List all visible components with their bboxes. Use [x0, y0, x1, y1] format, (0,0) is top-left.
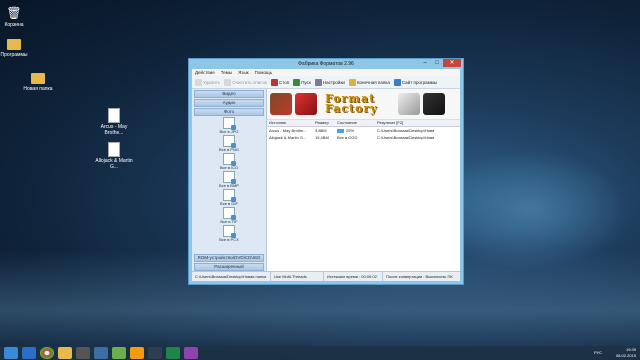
banner: Format Factory [267, 89, 460, 120]
image-file-icon [223, 171, 236, 184]
device-icon [397, 93, 420, 115]
window-title: Фабрика Форматов 2.96 [298, 60, 354, 67]
desktop-icon-label: Arcus - May Brothe... [100, 124, 128, 136]
audio-file-icon [108, 141, 120, 157]
gear-icon [314, 78, 322, 86]
status-path[interactable]: C:\Users\Вильма\Desktop\Новая папка [192, 272, 271, 281]
folder-icon [31, 73, 45, 84]
audio-file-icon [108, 107, 120, 123]
desktop-icon-recycle-bin[interactable]: 🗑 Корзина [0, 6, 34, 28]
column-result[interactable]: Результат [F2] [375, 120, 450, 126]
media-icon [270, 93, 292, 115]
app-icon[interactable] [148, 347, 162, 359]
desktop-icon-programs[interactable]: Программы [0, 36, 34, 58]
progress-bar [337, 128, 344, 133]
network-icon[interactable] [94, 347, 108, 359]
output-folder-button[interactable]: Конечная папка [348, 78, 390, 86]
menu-language[interactable]: Язык [238, 70, 249, 75]
desktop-icon-audio-2[interactable]: Allojack & Martin G... [94, 141, 134, 170]
folder-icon [348, 78, 356, 86]
format-pcx[interactable]: Все в PCX [192, 225, 266, 242]
menu-action[interactable]: Действие [195, 70, 215, 75]
minimize-button[interactable]: – [419, 59, 431, 67]
clear-list-icon [224, 78, 232, 86]
task-panel: Format Factory Источник Размер Состояние… [267, 89, 460, 272]
maximize-button[interactable]: □ [431, 59, 443, 67]
app-icon[interactable] [130, 347, 144, 359]
chrome-icon[interactable] [40, 347, 54, 359]
desktop-icon-new-folder[interactable]: Новая папка [18, 70, 58, 92]
utorrent-icon[interactable] [112, 347, 126, 359]
image-file-icon [223, 135, 236, 148]
delete-icon [195, 78, 202, 86]
menu-help[interactable]: Помощь [255, 70, 272, 75]
settings-button[interactable]: Настройки [314, 78, 345, 86]
start-icon [293, 78, 301, 86]
stop-button[interactable]: Стоп [271, 78, 289, 86]
category-rom[interactable]: ROM-устройство\DVD\CD\ISO [194, 254, 264, 262]
stop-icon [271, 78, 278, 86]
desktop-icon-label: Allojack & Martin G... [95, 158, 133, 170]
delete-button[interactable]: Удалить [195, 78, 220, 86]
format-gif[interactable]: Все в GIF [192, 189, 266, 206]
table-row[interactable]: Allojack & Martin G... 15,4BM Все в OGG … [267, 134, 460, 141]
phone-icon [422, 93, 445, 115]
task-table-header: Источник Размер Состояние Результат [F2] [267, 120, 460, 127]
recycle-bin-icon: 🗑 [6, 6, 22, 20]
globe-icon [393, 78, 401, 86]
image-file-icon [223, 225, 236, 238]
format-factory-taskbar-icon[interactable] [184, 347, 198, 359]
image-file-icon [223, 117, 236, 130]
status-elapsed: Истекшее время : 00:00:02 [324, 272, 383, 281]
file-explorer-icon[interactable] [58, 347, 72, 359]
tools-icon [295, 93, 317, 115]
desktop-icon-audio-1[interactable]: Arcus - May Brothe... [94, 107, 134, 136]
format-png[interactable]: Все в PNG [192, 135, 266, 152]
category-video[interactable]: Видео [194, 90, 264, 98]
menu-themes[interactable]: Темы [221, 70, 232, 75]
desktop-icon-label: Новая папка [23, 86, 53, 92]
column-state[interactable]: Состояние [335, 120, 375, 126]
clock[interactable]: 19:39 08.02.2015 [616, 347, 636, 359]
start-button[interactable]: Пуск [293, 78, 311, 86]
toolbar: Удалить Очистить список Стоп Пуск Настро… [192, 76, 460, 89]
category-panel: Видео Аудио Фото Все в JPG Все в PNG Все… [192, 89, 267, 272]
category-photo[interactable]: Фото [194, 108, 264, 116]
image-file-icon [223, 207, 236, 220]
ie-icon[interactable] [22, 347, 36, 359]
image-file-icon [223, 189, 236, 202]
table-row[interactable]: Arcus - May Brothe... 3,8BM 25% C:\Users… [267, 127, 460, 134]
format-factory-logo: Format Factory [325, 92, 378, 115]
taskbar: РУС 19:39 08.02.2015 [0, 346, 640, 360]
category-audio[interactable]: Аудио [194, 99, 264, 107]
status-after[interactable]: После конвертации : Выключить ПК [383, 272, 456, 281]
desktop-icon-label: Корзина [4, 22, 24, 28]
desktop-icon-label: Программы [0, 52, 28, 58]
column-size[interactable]: Размер [313, 120, 335, 126]
start-windows-icon[interactable] [4, 347, 18, 359]
format-ico[interactable]: Все в ICO [192, 153, 266, 170]
status-threads[interactable]: Use Multi-Threads [271, 272, 324, 281]
format-jpg[interactable]: Все в JPG [192, 117, 266, 134]
close-button[interactable]: ✕ [443, 59, 461, 67]
language-indicator[interactable]: РУС [594, 350, 602, 355]
format-tif[interactable]: Все в TIF [192, 207, 266, 224]
website-button[interactable]: Сайт программы [393, 78, 437, 86]
image-file-icon [223, 153, 236, 166]
format-factory-window: Фабрика Форматов 2.96 – □ ✕ Действие Тем… [188, 58, 464, 285]
folder-icon [7, 39, 21, 50]
status-bar: C:\Users\Вильма\Desktop\Новая папка Use … [192, 271, 460, 281]
clear-list-button[interactable]: Очистить список [224, 78, 267, 86]
window-titlebar[interactable]: Фабрика Форматов 2.96 – □ ✕ [189, 59, 463, 68]
app-icon[interactable] [166, 347, 180, 359]
menu-bar: Действие Темы Язык Помощь [192, 69, 460, 76]
column-source[interactable]: Источник [267, 120, 313, 126]
category-advanced[interactable]: Расширенный [194, 263, 264, 271]
media-player-icon[interactable] [76, 347, 90, 359]
format-bmp[interactable]: Все в BMP [192, 171, 266, 188]
